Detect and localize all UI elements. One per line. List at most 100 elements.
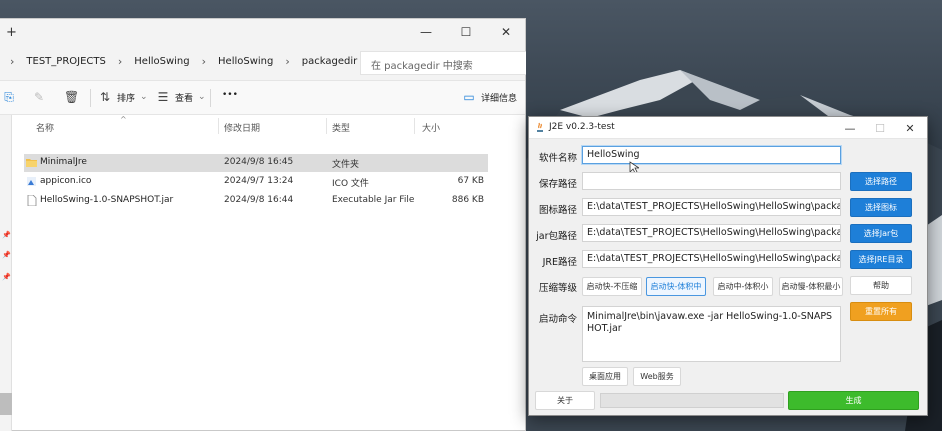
file-date: 2024/9/8 16:44: [224, 195, 294, 205]
software-name-input[interactable]: HelloSwing: [582, 146, 841, 164]
command-bar: ⎘ ✎ 🗑 ⇅ 排序 ⌄ ☰ 查看 ⌄ ••• ▭ 详细信息: [0, 81, 525, 115]
rename-icon: ✎: [33, 90, 45, 104]
choose-icon-button[interactable]: 选择图标: [850, 198, 912, 217]
close-button[interactable]: ✕: [486, 19, 526, 45]
sort-icon: ⇅: [99, 90, 111, 104]
file-type: ICO 文件: [332, 179, 369, 189]
view-button[interactable]: ☰ 查看 ⌄: [156, 90, 206, 104]
navigation-pane: 📌 📌 📌: [0, 115, 12, 431]
file-row[interactable]: HelloSwing-1.0-SNAPSHOT.jar 2024/9/8 16:…: [24, 192, 488, 210]
launch-command-label: 启动命令: [538, 314, 577, 325]
jar-path-input[interactable]: E:\data\TEST_PROJECTS\HelloSwing\HelloSw…: [582, 224, 841, 242]
breadcrumb-item[interactable]: packagedir: [302, 56, 357, 67]
reset-all-button[interactable]: 重置所有: [850, 302, 912, 321]
jre-path-label: JRE路径: [542, 257, 577, 268]
ico-file-icon: [27, 177, 36, 186]
column-header-size[interactable]: 大小: [422, 121, 440, 134]
column-header-name[interactable]: 名称: [36, 121, 54, 134]
column-header-type[interactable]: 类型: [332, 121, 350, 134]
column-separator[interactable]: [218, 118, 219, 134]
compression-option-selected[interactable]: 启动快-体积中: [646, 277, 706, 296]
search-input[interactable]: 在 packagedir 中搜索: [360, 51, 526, 75]
sort-up-icon: ^: [120, 115, 127, 124]
column-separator[interactable]: [414, 118, 415, 134]
file-name: MinimalJre: [40, 157, 87, 167]
choose-jar-button[interactable]: 选择Jar包: [850, 224, 912, 243]
minimize-button[interactable]: —: [835, 117, 865, 139]
delete-button[interactable]: 🗑: [64, 90, 80, 104]
new-tab-button[interactable]: +: [6, 25, 17, 40]
file-row[interactable]: MinimalJre 2024/9/8 16:45 文件夹: [24, 154, 488, 172]
nav-scrollbar-thumb[interactable]: [0, 393, 12, 415]
file-date: 2024/9/8 16:45: [224, 157, 294, 167]
jre-path-input[interactable]: E:\data\TEST_PROJECTS\HelloSwing\HelloSw…: [582, 250, 841, 268]
chevron-down-icon: ⌄: [140, 92, 148, 102]
maximize-button[interactable]: ☐: [865, 117, 895, 139]
close-button[interactable]: ✕: [895, 117, 925, 139]
more-options-button[interactable]: •••: [222, 90, 238, 100]
compression-option[interactable]: 启动中-体积小: [713, 277, 773, 296]
jar-file-icon: [27, 195, 37, 206]
address-bar: › TEST_PROJECTS › HelloSwing › HelloSwin…: [0, 45, 526, 81]
share-icon: ⎘: [4, 90, 14, 104]
file-row[interactable]: appicon.ico 2024/9/7 13:24 ICO 文件 67 KB: [24, 173, 488, 191]
chevron-right-icon: ›: [285, 55, 290, 68]
save-path-input[interactable]: [582, 172, 841, 190]
web-service-button[interactable]: Web服务: [633, 367, 681, 386]
view-label: 查看: [175, 93, 194, 104]
view-icon: ☰: [157, 90, 169, 104]
breadcrumb-item[interactable]: HelloSwing: [218, 56, 273, 67]
progress-bar: [600, 393, 784, 408]
dialog-title: J2E v0.2.3-test: [549, 122, 615, 132]
java-icon: [537, 122, 543, 132]
chevron-right-icon: ›: [201, 55, 207, 68]
file-name: HelloSwing-1.0-SNAPSHOT.jar: [40, 195, 174, 205]
compression-option[interactable]: 启动慢-体积最小: [779, 277, 843, 296]
about-button[interactable]: 关于: [535, 391, 595, 410]
folder-icon: [26, 159, 37, 167]
help-button[interactable]: 帮助: [850, 276, 912, 295]
j2e-dialog: J2E v0.2.3-test — ☐ ✕ 软件名称 HelloSwing 保存…: [528, 116, 928, 416]
compression-option[interactable]: 启动快-不压缩: [582, 277, 642, 296]
more-label: •••: [222, 90, 238, 100]
details-pane-button[interactable]: ▭ 详细信息: [462, 90, 517, 104]
dialog-titlebar: J2E v0.2.3-test — ☐ ✕: [529, 117, 927, 139]
pin-icon: 📌: [2, 273, 11, 281]
toolbar-divider: [90, 89, 91, 107]
generate-button[interactable]: 生成: [788, 391, 919, 410]
details-label: 详细信息: [481, 93, 518, 104]
compression-label: 压缩等级: [538, 283, 577, 294]
choose-path-button[interactable]: 选择路径: [850, 172, 912, 191]
desktop-app-button[interactable]: 桌面应用: [582, 367, 628, 386]
toolbar-divider: [210, 89, 211, 107]
minimize-button[interactable]: —: [406, 19, 446, 45]
breadcrumb-item[interactable]: HelloSwing: [134, 56, 189, 67]
breadcrumb-item[interactable]: TEST_PROJECTS: [26, 56, 105, 67]
file-size: 67 KB: [457, 176, 484, 186]
rename-button[interactable]: ✎: [32, 90, 46, 104]
choose-jre-button[interactable]: 选择JRE目录: [850, 250, 912, 269]
file-date: 2024/9/7 13:24: [224, 176, 294, 186]
pin-icon: 📌: [2, 231, 11, 239]
share-button[interactable]: ⎘: [2, 90, 16, 104]
file-size: 886 KB: [451, 195, 484, 205]
icon-path-input[interactable]: E:\data\TEST_PROJECTS\HelloSwing\HelloSw…: [582, 198, 841, 216]
sort-button[interactable]: ⇅ 排序 ⌄: [98, 90, 148, 104]
file-type: 文件夹: [332, 160, 360, 170]
maximize-button[interactable]: ☐: [446, 19, 486, 45]
sort-label: 排序: [117, 93, 136, 104]
launch-command-textarea[interactable]: MinimalJre\bin\javaw.exe -jar HelloSwing…: [582, 306, 841, 362]
explorer-titlebar: + — ☐ ✕: [0, 19, 525, 45]
jar-path-label: jar包路径: [536, 231, 577, 242]
file-list: ^ 名称 修改日期 类型 大小 MinimalJre 2024/9/8 16:4…: [12, 115, 526, 431]
file-type: Executable Jar File: [332, 195, 415, 205]
file-name: appicon.ico: [40, 176, 92, 186]
details-pane-icon: ▭: [463, 90, 475, 104]
column-header-date[interactable]: 修改日期: [224, 121, 260, 134]
trash-icon: 🗑: [64, 90, 80, 104]
breadcrumb: › TEST_PROJECTS › HelloSwing › HelloSwin…: [10, 55, 374, 68]
column-separator[interactable]: [326, 118, 327, 134]
file-explorer-window: + — ☐ ✕ › TEST_PROJECTS › HelloSwing › H…: [0, 18, 526, 431]
chevron-right-icon: ›: [10, 55, 15, 68]
chevron-down-icon: ⌄: [198, 92, 206, 102]
